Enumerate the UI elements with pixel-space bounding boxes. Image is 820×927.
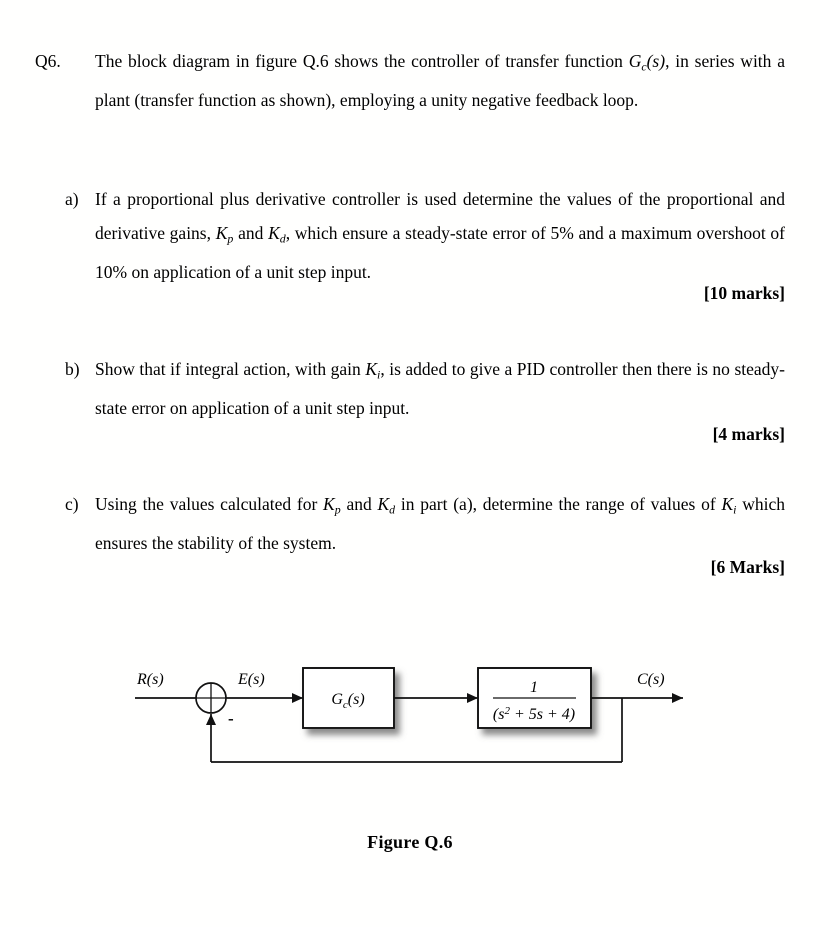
part-c-label: c) (65, 494, 79, 514)
output-label: C(s) (637, 671, 665, 688)
gain-ki-ref: Ki (721, 494, 737, 517)
figure-caption: Figure Q.6 (367, 832, 453, 852)
part-c-text: Using the values calculated for Kp and K… (95, 494, 785, 554)
question-part-a: a) If a proportional plus derivative con… (65, 182, 785, 289)
question-number: Q6. (35, 51, 61, 71)
gain-ki: Ki (365, 359, 381, 382)
document-page: Q6. The block diagram in figure Q.6 show… (0, 0, 820, 927)
plant-block: 1 (s2 + 5s + 4) (477, 667, 592, 729)
error-label: E(s) (237, 671, 265, 688)
question-part-c: c) Using the values calculated for Kp an… (65, 487, 785, 560)
marks-part-c: [6 Marks] (710, 557, 785, 577)
part-b-text: Show that if integral action, with gain … (95, 359, 785, 419)
question-intro-text: The block diagram in figure Q.6 shows th… (95, 44, 785, 117)
gain-kp-ref: Kp (323, 494, 341, 517)
intro-text-before: The block diagram in figure Q.6 shows th… (95, 51, 629, 71)
gain-kp: Kp (215, 223, 234, 246)
question-part-b: b) Show that if integral action, with ga… (65, 352, 785, 425)
block-diagram-figure: - Gc(s) 1 (s2 + 5s + 4) R(s) E(s) C(s) (0, 640, 820, 800)
marks-part-a: [10 marks] (703, 283, 785, 303)
part-b-label: b) (65, 359, 80, 379)
input-label: R(s) (136, 671, 164, 688)
summing-junction (195, 682, 227, 714)
feedback-minus-sign: - (228, 709, 234, 728)
question-q6: Q6. The block diagram in figure Q.6 show… (35, 44, 785, 117)
part-a-text: If a proportional plus derivative contro… (95, 189, 785, 283)
gain-kd: Kd (268, 223, 286, 246)
gc-symbol: Gc(s) (628, 51, 666, 74)
plant-numerator: 1 (530, 679, 538, 696)
controller-block: Gc(s) (302, 667, 395, 729)
marks-part-b: [4 marks] (712, 424, 785, 444)
part-a-label: a) (65, 189, 79, 209)
gain-kd-ref: Kd (377, 494, 396, 517)
